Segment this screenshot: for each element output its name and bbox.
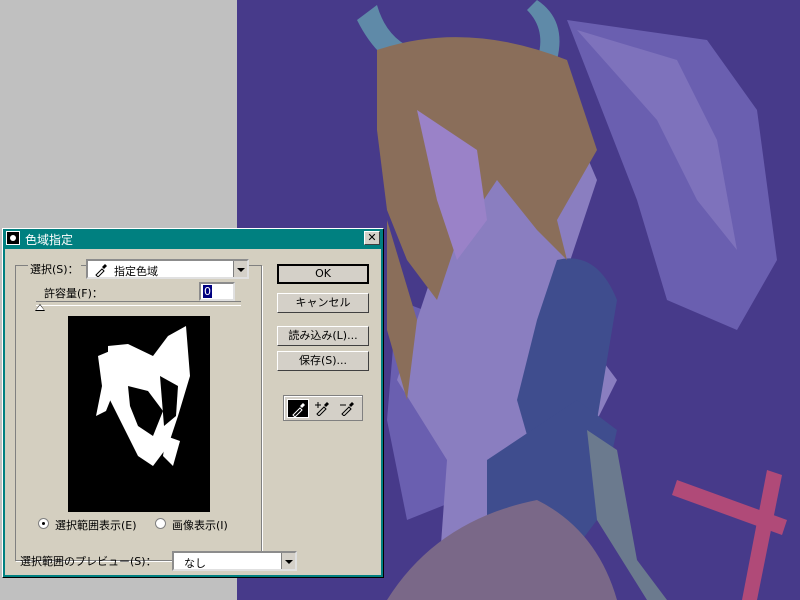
cancel-button[interactable]: キャンセル bbox=[277, 293, 369, 313]
preview-mode-label: 選択範囲のプレビュー(S)： bbox=[20, 555, 157, 568]
preview-mode-dropdown[interactable]: なし bbox=[172, 551, 297, 571]
eyedropper-toolbar bbox=[283, 395, 363, 421]
eyedropper-icon bbox=[94, 263, 108, 280]
load-button[interactable]: 読み込み(L)... bbox=[277, 326, 369, 346]
dialog-titlebar[interactable]: 色域指定 ✕ bbox=[3, 229, 383, 247]
tolerance-slider-thumb[interactable] bbox=[35, 304, 45, 311]
image-view-label: 画像表示(I) bbox=[172, 519, 228, 532]
chevron-down-icon[interactable] bbox=[281, 553, 295, 569]
eyedropper-icon[interactable] bbox=[287, 399, 309, 418]
selection-preview bbox=[68, 316, 210, 512]
tolerance-input[interactable]: 0 bbox=[199, 282, 235, 301]
preview-mask-image bbox=[96, 326, 190, 466]
ok-button[interactable]: OK bbox=[277, 264, 369, 284]
selection-view-radio[interactable] bbox=[38, 518, 49, 529]
selection-view-label: 選択範囲表示(E) bbox=[55, 519, 137, 532]
tolerance-value: 0 bbox=[203, 285, 212, 298]
eyedropper-minus-icon[interactable] bbox=[337, 399, 359, 418]
tolerance-label: 許容量(F)： bbox=[44, 287, 103, 300]
close-button[interactable]: ✕ bbox=[364, 231, 380, 245]
eyedropper-plus-icon[interactable] bbox=[312, 399, 334, 418]
image-view-radio[interactable] bbox=[155, 518, 166, 529]
select-dropdown[interactable]: 指定色域 bbox=[86, 259, 249, 279]
preview-mode-value: なし bbox=[184, 557, 206, 570]
select-label: 選択(S)： bbox=[28, 261, 81, 277]
save-button[interactable]: 保存(S)... bbox=[277, 351, 369, 371]
tolerance-slider[interactable] bbox=[36, 301, 241, 306]
chevron-down-icon[interactable] bbox=[233, 261, 247, 277]
app-icon bbox=[6, 231, 20, 245]
dialog-title: 色域指定 bbox=[25, 233, 74, 247]
select-value: 指定色域 bbox=[114, 265, 158, 278]
